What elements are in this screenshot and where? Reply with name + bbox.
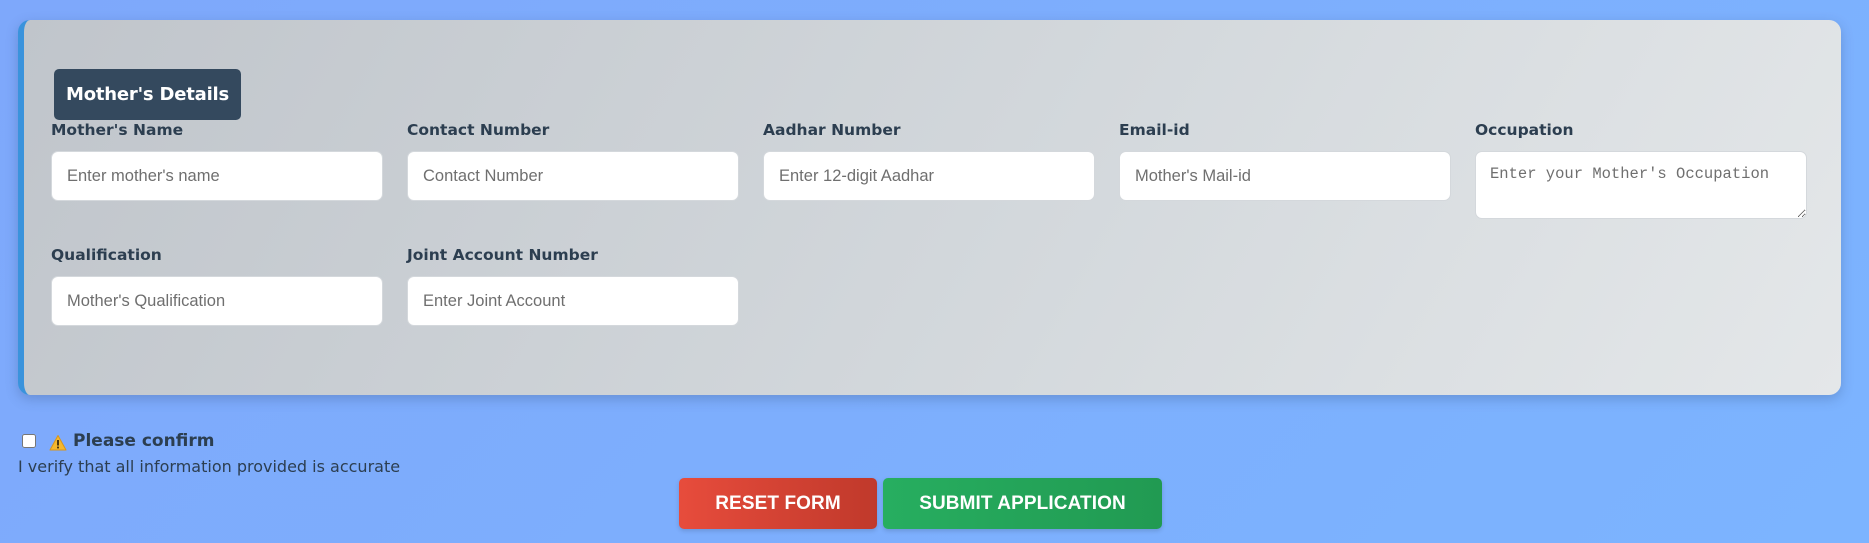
qualification-label: Qualification: [51, 246, 162, 264]
aadhar-number-label: Aadhar Number: [763, 121, 901, 139]
aadhar-number-input[interactable]: [763, 151, 1095, 201]
section-title: Mother's Details: [54, 69, 242, 120]
confirm-label: Please confirm: [73, 431, 215, 451]
warning-icon: [49, 434, 67, 452]
aadhar-number-group: Aadhar Number: [763, 120, 1095, 201]
confirm-row: Please confirm: [22, 430, 214, 452]
contact-number-group: Contact Number: [407, 120, 739, 201]
qualification-input[interactable]: [51, 276, 383, 326]
email-group: Email-id: [1119, 120, 1451, 201]
joint-account-label: Joint Account Number: [407, 246, 598, 264]
contact-number-label: Contact Number: [407, 121, 550, 139]
mother-name-group: Mother's Name: [51, 120, 383, 201]
contact-number-input[interactable]: [407, 151, 739, 201]
reset-form-button[interactable]: RESET FORM: [679, 478, 877, 529]
verify-text: I verify that all information provided i…: [18, 457, 401, 476]
confirm-checkbox[interactable]: [22, 434, 36, 448]
occupation-label: Occupation: [1475, 121, 1574, 139]
occupation-textarea[interactable]: [1475, 151, 1807, 219]
mother-name-label: Mother's Name: [51, 121, 184, 139]
mothers-details-card: Mother's Details Mother's Name Contact N…: [18, 20, 1841, 395]
mother-name-input[interactable]: [51, 151, 383, 201]
submit-application-button[interactable]: SUBMIT APPLICATION: [883, 478, 1162, 529]
joint-account-group: Joint Account Number: [407, 245, 739, 326]
qualification-group: Qualification: [51, 245, 383, 326]
occupation-group: Occupation: [1475, 120, 1807, 219]
joint-account-input[interactable]: [407, 276, 739, 326]
email-input[interactable]: [1119, 151, 1451, 201]
email-label: Email-id: [1119, 121, 1190, 139]
